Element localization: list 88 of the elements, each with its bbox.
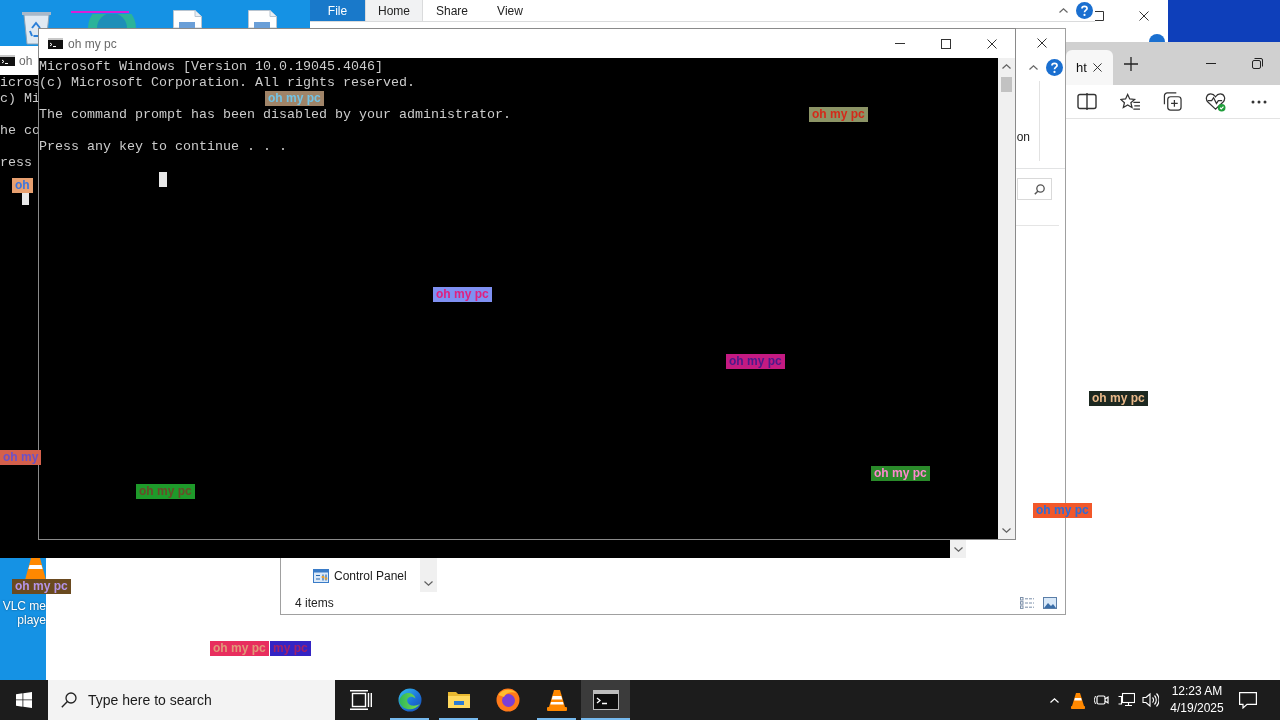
traffic-cone-icon [1070, 691, 1086, 709]
more-icon [1250, 99, 1267, 104]
console-line: ress [0, 155, 32, 171]
ribbon-tab[interactable]: Share [423, 0, 481, 21]
close-icon [1092, 63, 1102, 72]
picture-view-icon[interactable] [1043, 597, 1057, 609]
folder-icon [446, 690, 471, 710]
chevron-down-icon [1002, 528, 1011, 533]
plus-icon [1124, 56, 1138, 71]
scrollbar-thumb[interactable] [1001, 77, 1012, 92]
speech-bubble-icon [1239, 691, 1257, 709]
network-icon [1117, 692, 1135, 708]
popup-label: oh my pc [265, 91, 324, 106]
terminal-icon [48, 38, 63, 49]
heart-pulse-icon [1205, 91, 1227, 112]
help-icon [1045, 58, 1063, 76]
console-line: c) Mi [0, 91, 40, 107]
browser-tab[interactable]: ht [1066, 50, 1113, 85]
status-text: 4 items [295, 596, 334, 610]
help-button[interactable] [1043, 57, 1065, 77]
clock-time[interactable]: 12:23 AM [1171, 683, 1223, 700]
popup-label: oh my pc [1033, 503, 1092, 518]
file-menu[interactable]: File [310, 0, 365, 21]
nav-item[interactable]: Control Panel [281, 566, 420, 586]
console-line: Press any key to continue . . . [39, 139, 287, 155]
clock-date[interactable]: 4/19/2025 [1170, 700, 1224, 717]
popup-label: oh my pc [1089, 391, 1148, 406]
popup-label: oh my pc [12, 579, 71, 594]
console-line: (c) Microsoft Corporation. All rights reserved. [39, 75, 415, 91]
close-icon [1139, 11, 1149, 21]
ribbon-tab[interactable]: View [481, 0, 539, 21]
document-icon[interactable] [171, 10, 203, 28]
flame-globe-icon [495, 688, 520, 712]
chevron-up-icon [1028, 64, 1038, 70]
text-cursor [159, 172, 167, 187]
stacked-squares-plus-icon [1163, 92, 1183, 111]
swirl-circle-icon [397, 688, 422, 712]
search-field[interactable] [1017, 178, 1052, 200]
chevron-down-icon [424, 581, 433, 586]
camera-icon [1094, 692, 1110, 708]
text-cursor [22, 193, 29, 205]
chevron-up-icon [1058, 8, 1068, 13]
maximize-icon [1095, 11, 1104, 21]
traffic-cone-icon[interactable] [25, 558, 46, 580]
maximize-icon [941, 38, 951, 49]
scrollbar[interactable] [420, 557, 437, 592]
document-icon[interactable] [246, 10, 278, 28]
help-icon [1149, 34, 1165, 42]
console-line: The command prompt has been disabled by your administrator. [39, 107, 511, 123]
scrollbar[interactable] [998, 58, 1015, 539]
window-title: oh [19, 53, 33, 68]
popup-label: oh my [0, 450, 42, 465]
popup-label: oh my pc [871, 466, 930, 481]
popup-label: oh my pc [809, 107, 868, 122]
popup-label: oh my pc [433, 287, 492, 302]
task-view-icon [349, 690, 372, 710]
star-list-icon [1119, 92, 1141, 111]
chevron-up-icon [1049, 697, 1059, 703]
traffic-cone-icon [544, 688, 569, 712]
taskbar-button[interactable] [581, 680, 630, 720]
scroll-down-button[interactable] [950, 540, 966, 558]
search-icon [1034, 183, 1045, 195]
list-view-icon[interactable] [1020, 597, 1034, 609]
help-button[interactable] [1073, 0, 1095, 21]
minimize-icon [1206, 63, 1216, 64]
close-icon [1037, 38, 1047, 48]
console-line: Microsoft Windows [Version 10.0.19045.4046] [39, 59, 383, 75]
windows-logo-icon [16, 692, 32, 708]
chevron-down-icon [953, 546, 963, 552]
search-field[interactable]: Type here to search [48, 680, 335, 720]
sliders-window-icon [313, 569, 329, 583]
popup-label: oh my pc [726, 354, 785, 369]
split-screen-icon [1077, 93, 1098, 110]
close-icon [987, 38, 997, 49]
popup-label: oh [12, 178, 33, 193]
ribbon-tab[interactable]: Home [365, 0, 423, 21]
minimize-icon [895, 43, 905, 44]
chevron-up-icon [1002, 64, 1011, 69]
popup-label: oh my pc [136, 484, 195, 499]
popup-label: my pc [270, 641, 311, 656]
search-icon [61, 692, 77, 708]
ribbon-label[interactable]: on [1016, 130, 1030, 144]
speaker-icon [1141, 692, 1159, 708]
window-title: oh my pc [68, 36, 117, 51]
terminal-icon [592, 690, 619, 710]
popup-label: oh my pc [210, 641, 269, 656]
console-line: icros [0, 75, 40, 91]
restore-icon [1251, 58, 1263, 69]
